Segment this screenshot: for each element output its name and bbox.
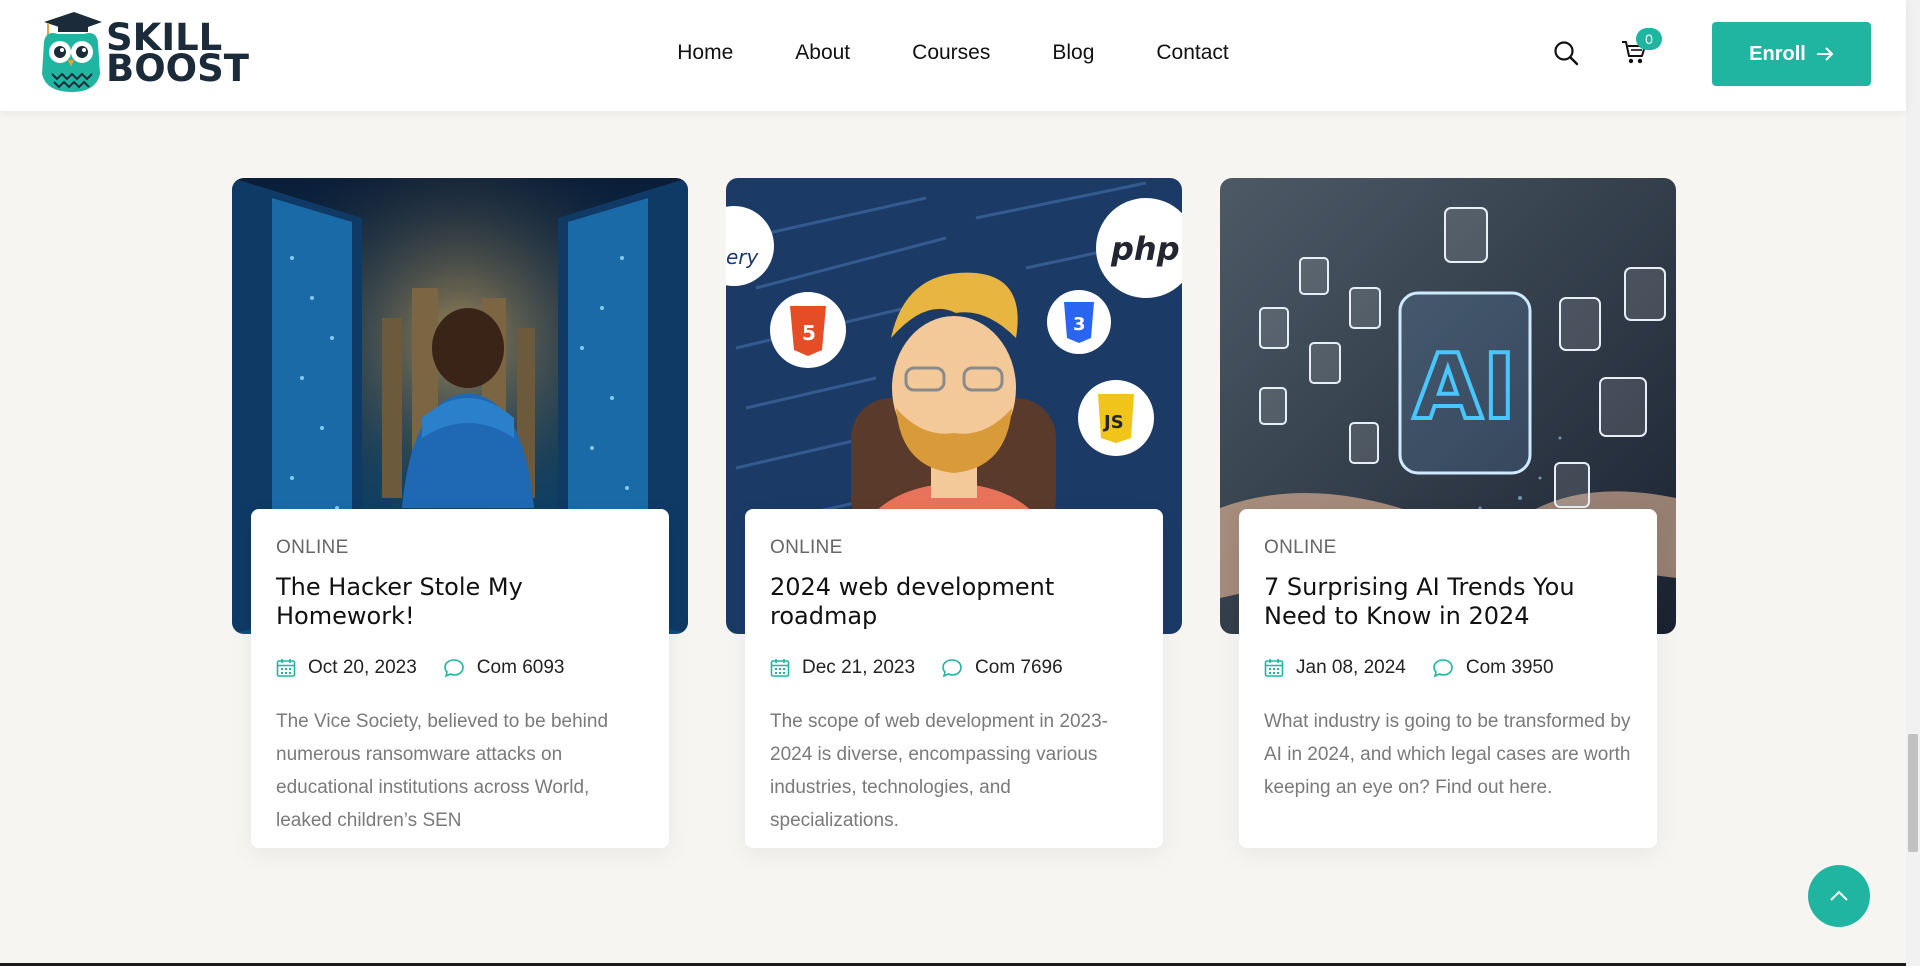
blog-card-body: ONLINE The Hacker Stole My Homework! Oct… bbox=[251, 509, 669, 848]
css3-logo-icon: 3 bbox=[1073, 314, 1086, 335]
post-title[interactable]: The Hacker Stole My Homework! bbox=[276, 573, 644, 631]
post-category[interactable]: ONLINE bbox=[770, 537, 1138, 559]
post-comments[interactable]: Com 6093 bbox=[443, 657, 565, 679]
comment-icon bbox=[1433, 659, 1453, 678]
post-excerpt: What industry is going to be transformed… bbox=[1264, 711, 1631, 798]
post-title[interactable]: 7 Surprising AI Trends You Need to Know … bbox=[1264, 573, 1632, 631]
cart-count-badge: 0 bbox=[1636, 28, 1662, 50]
post-category[interactable]: ONLINE bbox=[276, 537, 644, 559]
nav-courses[interactable]: Courses bbox=[881, 41, 1021, 65]
post-excerpt: The scope of web development in 2023-202… bbox=[770, 711, 1108, 831]
comment-icon bbox=[942, 659, 962, 678]
blog-card: ONLINE The Hacker Stole My Homework! Oct… bbox=[232, 178, 688, 870]
nav-home[interactable]: Home bbox=[646, 41, 764, 65]
chevron-up-icon bbox=[1830, 890, 1848, 901]
page-scrollbar-thumb[interactable] bbox=[1908, 734, 1918, 852]
enroll-button-label: Enroll bbox=[1749, 42, 1806, 65]
post-date: Dec 21, 2023 bbox=[770, 657, 915, 679]
calendar-icon bbox=[276, 659, 296, 677]
php-logo-icon: php bbox=[1110, 230, 1180, 268]
ai-hologram-text: AI bbox=[1413, 335, 1516, 440]
blog-card: ery php 5 3 JS ONLINE 2024 web developme… bbox=[726, 178, 1182, 870]
site-logo[interactable]: SKILL BOOST bbox=[38, 12, 249, 94]
jquery-logo-icon: ery bbox=[726, 245, 760, 269]
owl-logo-icon bbox=[42, 12, 102, 92]
post-date-text: Oct 20, 2023 bbox=[308, 657, 417, 678]
post-meta: Oct 20, 2023 Com 6093 bbox=[276, 657, 644, 679]
logo-line-2: BOOST bbox=[106, 47, 249, 90]
blog-card: AI ONLINE 7 Surprising AI Trends You Nee… bbox=[1220, 178, 1676, 870]
comment-icon bbox=[443, 659, 464, 678]
nav-contact[interactable]: Contact bbox=[1125, 41, 1259, 65]
post-comments[interactable]: Com 3950 bbox=[1432, 657, 1554, 679]
post-date-text: Dec 21, 2023 bbox=[802, 657, 916, 678]
html5-logo-icon: 5 bbox=[802, 321, 816, 345]
search-button[interactable] bbox=[1551, 38, 1581, 68]
logo-wordmark: SKILL BOOST bbox=[106, 19, 249, 90]
post-comments-text: Com 6093 bbox=[476, 657, 565, 678]
post-comments-text: Com 7696 bbox=[975, 657, 1063, 678]
post-meta: Dec 21, 2023 Com 7696 bbox=[770, 657, 1138, 679]
blog-card-body: ONLINE 7 Surprising AI Trends You Need t… bbox=[1239, 509, 1657, 848]
site-header: SKILL BOOST Home About Courses Blog Cont… bbox=[0, 0, 1906, 111]
js-logo-icon: JS bbox=[1102, 412, 1124, 433]
post-title[interactable]: 2024 web development roadmap bbox=[770, 573, 1138, 631]
post-comments-text: Com 3950 bbox=[1465, 657, 1554, 678]
post-comments[interactable]: Com 7696 bbox=[941, 657, 1063, 679]
enroll-button[interactable]: Enroll bbox=[1712, 22, 1871, 86]
nav-about[interactable]: About bbox=[764, 41, 881, 65]
post-date-text: Jan 08, 2024 bbox=[1296, 657, 1406, 678]
search-icon bbox=[1554, 41, 1579, 66]
scroll-to-top-button[interactable] bbox=[1808, 865, 1870, 927]
arrow-right-icon bbox=[1816, 47, 1834, 61]
post-date: Jan 08, 2024 bbox=[1264, 657, 1406, 679]
calendar-icon bbox=[770, 659, 790, 677]
post-meta: Jan 08, 2024 Com 3950 bbox=[1264, 657, 1632, 679]
blog-card-body: ONLINE 2024 web development roadmap Dec … bbox=[745, 509, 1163, 848]
post-excerpt: The Vice Society, believed to be behind … bbox=[276, 711, 609, 831]
post-date: Oct 20, 2023 bbox=[276, 657, 417, 679]
calendar-icon bbox=[1264, 659, 1284, 677]
blog-posts-grid: ONLINE The Hacker Stole My Homework! Oct… bbox=[232, 178, 1676, 870]
post-category[interactable]: ONLINE bbox=[1264, 537, 1632, 559]
nav-blog[interactable]: Blog bbox=[1021, 41, 1125, 65]
